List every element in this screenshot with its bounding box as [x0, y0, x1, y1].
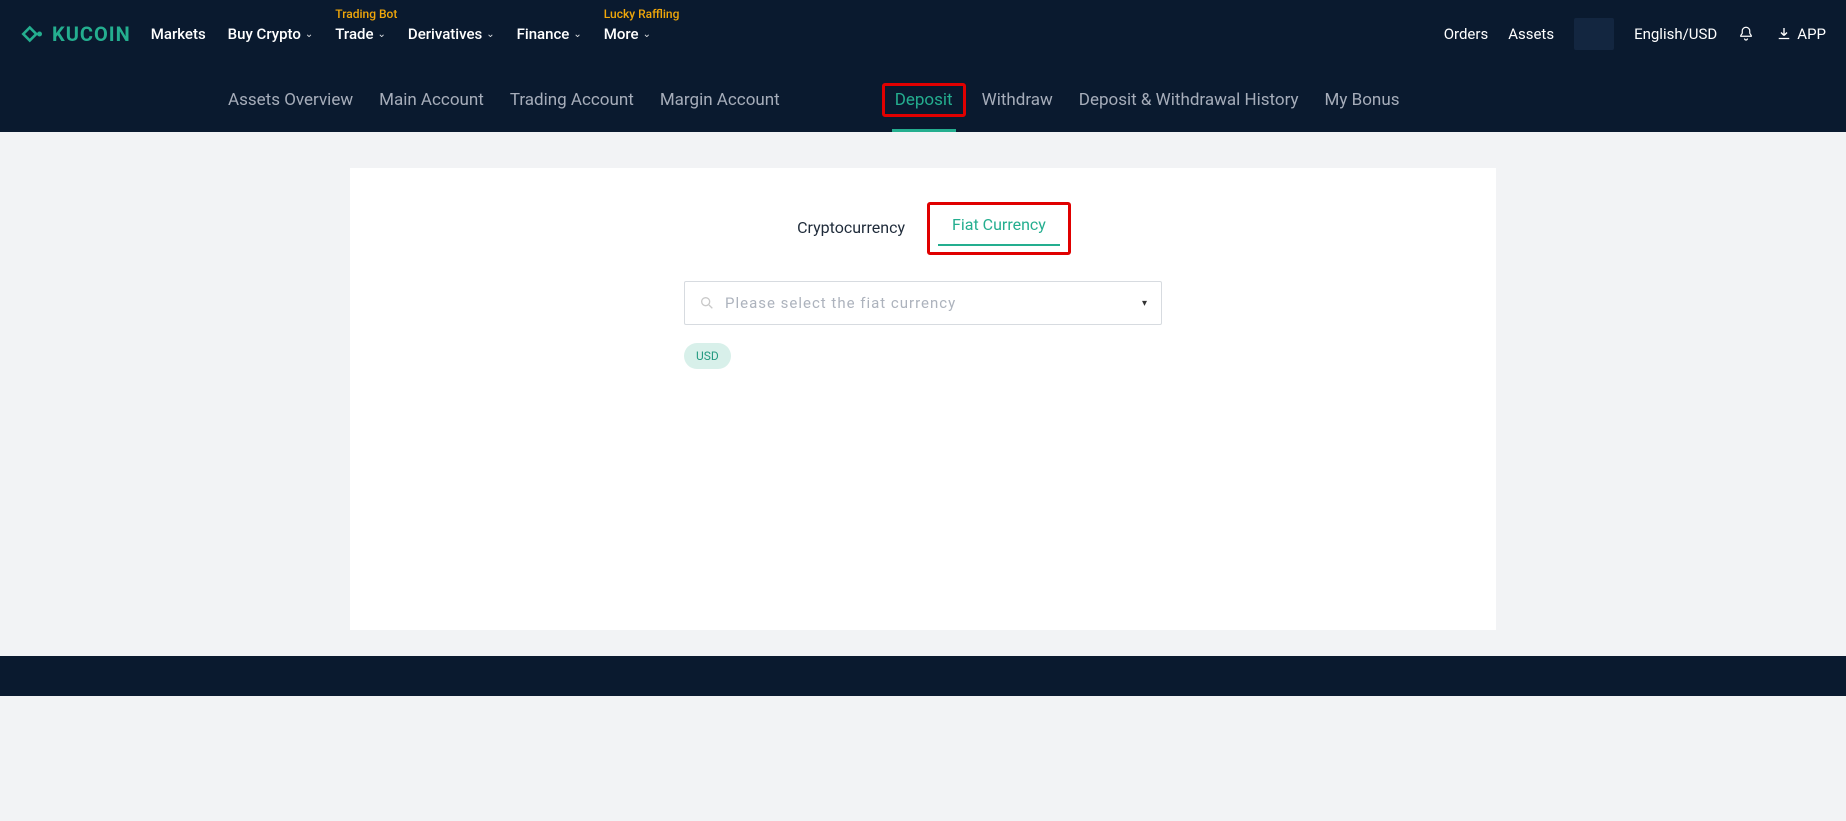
currency-select-wrap: Please select the fiat currency ▾ — [684, 281, 1162, 325]
subnav-label: Margin Account — [660, 90, 780, 110]
nav-buy-crypto[interactable]: Buy Crypto ⌄ — [228, 25, 314, 43]
nav-app-download[interactable]: APP — [1775, 25, 1826, 43]
nav-label: Assets — [1508, 25, 1554, 43]
tab-fiat-currency[interactable]: Fiat Currency — [938, 205, 1060, 246]
quick-chips-row: USD — [684, 325, 1162, 369]
subnav-label: Assets Overview — [228, 90, 353, 110]
topnav-left-group: Markets Buy Crypto ⌄ Trading Bot Trade ⌄… — [151, 25, 651, 43]
subnav-label: Deposit — [895, 90, 953, 110]
nav-trade[interactable]: Trading Bot Trade ⌄ — [335, 25, 386, 43]
subnav-margin-account[interactable]: Margin Account — [660, 68, 780, 132]
quick-chip-usd[interactable]: USD — [684, 343, 731, 369]
chip-label: USD — [696, 349, 719, 363]
nav-label: Buy Crypto — [228, 25, 301, 43]
deposit-tabs: Cryptocurrency Fiat Currency — [350, 208, 1496, 249]
avatar[interactable] — [1574, 18, 1614, 50]
chevron-down-icon: ⌄ — [305, 29, 313, 40]
subnav-withdraw[interactable]: Withdraw — [982, 68, 1053, 132]
topnav-right-group: Orders Assets English/USD APP — [1444, 18, 1826, 50]
highlight-box: Fiat Currency — [927, 202, 1071, 255]
nav-badge: Trading Bot — [335, 7, 397, 21]
tab-label: Cryptocurrency — [797, 218, 905, 237]
subnav-assets-overview[interactable]: Assets Overview — [228, 68, 353, 132]
nav-assets[interactable]: Assets — [1508, 25, 1554, 43]
chevron-down-icon: ⌄ — [643, 29, 651, 40]
subnav-label: My Bonus — [1325, 90, 1400, 110]
subnav-label: Trading Account — [510, 90, 634, 110]
chevron-down-icon: ⌄ — [378, 29, 386, 40]
nav-orders[interactable]: Orders — [1444, 25, 1489, 43]
subnav-deposit[interactable]: Deposit — [892, 68, 956, 132]
subnav-trading-account[interactable]: Trading Account — [510, 68, 634, 132]
highlight-box: Deposit — [882, 83, 966, 117]
subnav-label: Main Account — [379, 90, 484, 110]
brand-logo[interactable]: KUCOIN — [20, 21, 131, 47]
deposit-card: Cryptocurrency Fiat Currency Please sele… — [350, 168, 1496, 630]
nav-language[interactable]: English/USD — [1634, 25, 1717, 43]
bell-icon — [1737, 25, 1755, 43]
top-nav: KUCOIN Markets Buy Crypto ⌄ Trading Bot … — [0, 0, 1846, 68]
nav-label: Derivatives — [408, 25, 482, 43]
tab-label: Fiat Currency — [952, 215, 1046, 234]
nav-notifications[interactable] — [1737, 25, 1755, 43]
subnav-label: Withdraw — [982, 90, 1053, 110]
subnav-deposit-withdrawal-history[interactable]: Deposit & Withdrawal History — [1079, 68, 1299, 132]
sub-nav: Assets Overview Main Account Trading Acc… — [0, 68, 1846, 132]
subnav-label: Deposit & Withdrawal History — [1079, 90, 1299, 110]
caret-down-icon: ▾ — [1142, 298, 1147, 309]
search-icon — [699, 295, 715, 311]
nav-badge: Lucky Raffling — [604, 7, 680, 21]
subnav-main-account[interactable]: Main Account — [379, 68, 484, 132]
chevron-down-icon: ⌄ — [573, 29, 581, 40]
nav-label: More — [604, 25, 639, 43]
nav-finance[interactable]: Finance ⌄ — [517, 25, 582, 43]
chevron-down-icon: ⌄ — [486, 29, 494, 40]
nav-label: Markets — [151, 25, 206, 43]
kucoin-logo-icon — [20, 21, 46, 47]
select-placeholder: Please select the fiat currency — [725, 294, 1132, 312]
nav-more[interactable]: Lucky Raffling More ⌄ — [604, 25, 651, 43]
nav-label: Finance — [517, 25, 570, 43]
subnav-my-bonus[interactable]: My Bonus — [1325, 68, 1400, 132]
tab-cryptocurrency[interactable]: Cryptocurrency — [783, 208, 919, 249]
nav-label: Trade — [335, 25, 373, 43]
brand-name: KUCOIN — [52, 22, 131, 46]
nav-label: English/USD — [1634, 25, 1717, 43]
fiat-currency-select[interactable]: Please select the fiat currency ▾ — [684, 281, 1162, 325]
download-icon — [1775, 25, 1793, 43]
nav-label: APP — [1797, 25, 1826, 43]
nav-markets[interactable]: Markets — [151, 25, 206, 43]
page-body: Cryptocurrency Fiat Currency Please sele… — [0, 132, 1846, 656]
nav-derivatives[interactable]: Derivatives ⌄ — [408, 25, 495, 43]
nav-label: Orders — [1444, 25, 1489, 43]
footer-bar — [0, 656, 1846, 696]
